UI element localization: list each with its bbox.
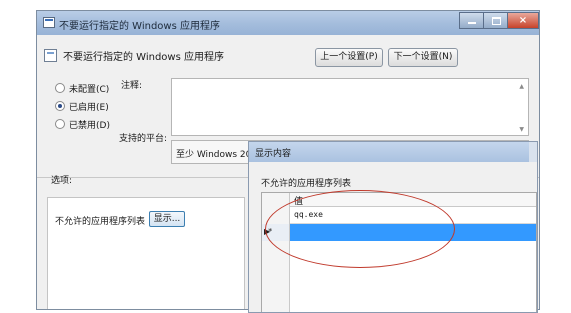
maximize-button[interactable] xyxy=(483,12,508,29)
radio-dot-selected xyxy=(55,101,65,111)
disallowed-list-label: 不允许的应用程序列表 xyxy=(55,217,146,227)
next-setting-button[interactable]: 下一个设置(N) xyxy=(388,48,458,67)
radio-enabled[interactable]: 已启用(E) xyxy=(55,100,109,113)
scroll-up-icon[interactable]: ▲ xyxy=(519,83,524,90)
radio-dot xyxy=(55,119,65,129)
scroll-down-icon[interactable]: ▼ xyxy=(519,126,524,133)
annotation-ellipse xyxy=(265,190,455,268)
radio-disabled[interactable]: 已禁用(D) xyxy=(55,118,110,131)
dialog-title: 显示内容 xyxy=(255,149,292,159)
minimize-button[interactable] xyxy=(459,12,484,29)
comment-textarea[interactable]: ▲ ▼ xyxy=(171,78,529,136)
window-icon xyxy=(43,17,55,28)
policy-title: 不要运行指定的 Windows 应用程序 xyxy=(63,52,224,63)
dialog-scroll-edge xyxy=(529,142,537,162)
platform-label: 支持的平台: xyxy=(119,134,168,144)
window-title: 不要运行指定的 Windows 应用程序 xyxy=(59,21,220,32)
radio-dot xyxy=(55,83,65,93)
previous-setting-button[interactable]: 上一个设置(P) xyxy=(315,48,383,67)
dialog-list-label: 不允许的应用程序列表 xyxy=(261,179,352,189)
comment-label: 注释: xyxy=(121,81,143,91)
dialog-title-bar: 显示内容 xyxy=(249,142,537,162)
radio-not-configured[interactable]: 未配置(C) xyxy=(55,82,109,95)
policy-icon xyxy=(44,49,57,62)
options-label: 选项: xyxy=(51,176,73,186)
close-button[interactable]: × xyxy=(507,12,539,29)
title-bar: 不要运行指定的 Windows 应用程序 × xyxy=(37,11,539,35)
show-button[interactable]: 显示... xyxy=(149,211,185,227)
